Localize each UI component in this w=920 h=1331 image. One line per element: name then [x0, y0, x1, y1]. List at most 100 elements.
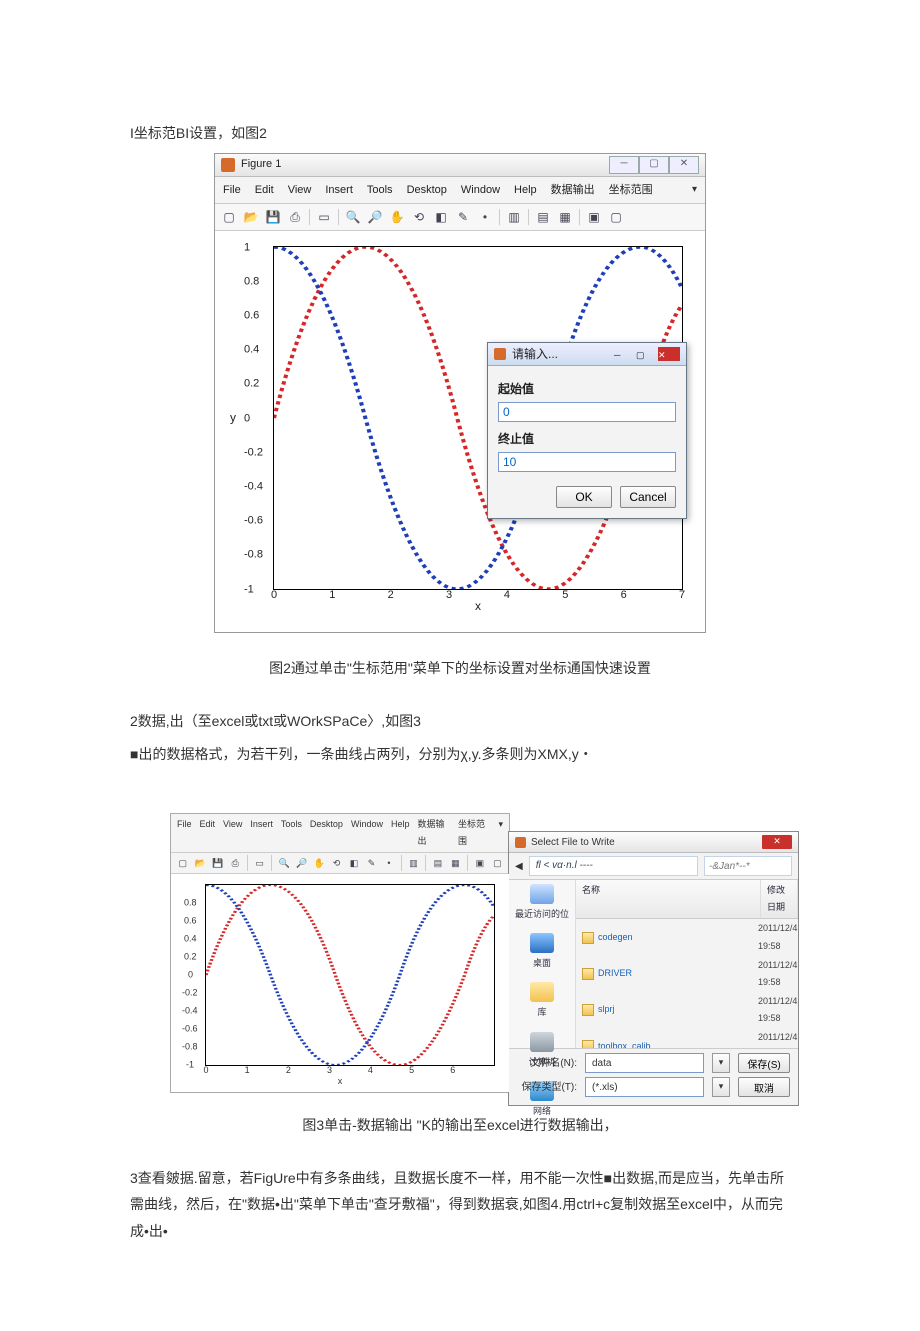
undock-icon[interactable]: ▢ [490, 855, 505, 871]
dialog-minimize-button[interactable]: ─ [614, 347, 636, 361]
dialog-close-button[interactable]: ✕ [658, 347, 680, 361]
menu-help[interactable]: Help [514, 180, 537, 201]
save-icon[interactable]: 💾 [210, 855, 225, 871]
cancel-button[interactable]: 取消 [738, 1077, 790, 1097]
dialog-maximize-button[interactable]: ▢ [636, 347, 658, 361]
cancel-button[interactable]: Cancel [620, 486, 676, 508]
save-button[interactable]: 保存(S) [738, 1053, 790, 1073]
filetype-dropdown-icon[interactable]: ▾ [712, 1077, 730, 1097]
menu-overflow-icon[interactable]: ▾ [692, 180, 697, 201]
pan-icon[interactable]: ✋ [311, 855, 326, 871]
xtick: 5 [562, 585, 568, 606]
colorbar-icon[interactable]: ▥ [406, 855, 421, 871]
place-recent[interactable]: 最近访问的位 [515, 884, 569, 923]
open-icon[interactable]: 📂 [192, 855, 207, 871]
filename-input[interactable]: data [585, 1053, 704, 1073]
brush-icon[interactable]: ✎ [364, 855, 379, 871]
menu-insert[interactable]: Insert [325, 180, 353, 201]
menu-file[interactable]: File [223, 180, 241, 201]
zoomin-icon[interactable]: 🔍 [343, 207, 363, 227]
colorbar-icon[interactable]: ▥ [504, 207, 524, 227]
menu-dataout[interactable]: 数据输出 [417, 816, 449, 850]
filename-dropdown-icon[interactable]: ▾ [712, 1053, 730, 1073]
menu-axisrange[interactable]: 坐标范围 [609, 180, 653, 201]
zoomout-icon[interactable]: 🔎 [365, 207, 385, 227]
legend-icon[interactable]: ▤ [533, 207, 553, 227]
menu-desktop[interactable]: Desktop [407, 180, 447, 201]
col-date[interactable]: 修改日期 [761, 880, 798, 918]
rotate-icon[interactable]: ⟲ [329, 855, 344, 871]
ok-button[interactable]: OK [556, 486, 612, 508]
filename-label: 文件名(N): [517, 1054, 577, 1073]
ytick: -0.4 [244, 476, 263, 497]
file-row[interactable]: slprj2011/12/4 19:58 [576, 992, 798, 1028]
minimize-button[interactable]: ─ [609, 156, 639, 174]
menu-view[interactable]: View [288, 180, 312, 201]
menu-desktop[interactable]: Desktop [310, 816, 343, 850]
col-name[interactable]: 名称 [576, 880, 761, 918]
datatip-icon[interactable]: ◧ [431, 207, 451, 227]
menu-dataout[interactable]: 数据输出 [551, 180, 595, 201]
close-button[interactable]: ✕ [669, 156, 699, 174]
ytick: 0 [188, 967, 193, 984]
zoomin-icon[interactable]: 🔍 [276, 855, 291, 871]
place-desktop[interactable]: 桌面 [530, 933, 554, 972]
legend-icon[interactable]: ▤ [430, 855, 445, 871]
link-icon[interactable]: • [381, 855, 396, 871]
menu-axisrange[interactable]: 坐标范围 [458, 816, 490, 850]
window-titlebar: Figure 1 ─ ▢ ✕ [215, 154, 705, 177]
menu-edit[interactable]: Edit [200, 816, 216, 850]
file-date: 2011/12/4 19:58 [754, 920, 798, 954]
ytick: 0.4 [244, 340, 259, 361]
dock-icon[interactable]: ▣ [472, 855, 487, 871]
pointer-icon[interactable]: ▭ [252, 855, 267, 871]
new-icon[interactable]: ▢ [219, 207, 239, 227]
menu-help[interactable]: Help [391, 816, 410, 850]
close-button[interactable]: ✕ [762, 835, 792, 849]
ytick: 0 [244, 408, 250, 429]
save-icon[interactable]: 💾 [263, 207, 283, 227]
menu-tools[interactable]: Tools [367, 180, 393, 201]
menu-window[interactable]: Window [351, 816, 383, 850]
folder-icon [582, 1004, 594, 1016]
path-crumb[interactable]: fl < vα·n.l ---- [529, 856, 698, 876]
window-title: Figure 1 [241, 154, 281, 175]
file-row[interactable]: codegen2011/12/4 19:58 [576, 919, 798, 955]
menu-insert[interactable]: Insert [250, 816, 273, 850]
rotate-icon[interactable]: ⟲ [409, 207, 429, 227]
print-icon[interactable]: ⎙ [285, 207, 305, 227]
zoomout-icon[interactable]: 🔎 [294, 855, 309, 871]
menu-edit[interactable]: Edit [255, 180, 274, 201]
start-value-label: 起始值 [498, 378, 676, 401]
matlab-icon [221, 158, 235, 172]
menu-window[interactable]: Window [461, 180, 500, 201]
pointer-icon[interactable]: ▭ [314, 207, 334, 227]
dock-icon[interactable]: ▣ [584, 207, 604, 227]
filetype-input[interactable]: (*.xls) [585, 1077, 704, 1097]
new-icon[interactable]: ▢ [175, 855, 190, 871]
menu-view[interactable]: View [223, 816, 242, 850]
end-value-input[interactable] [498, 452, 676, 472]
mini-toolbar: ▢ 📂 💾 ⎙ ▭ 🔍 🔎 ✋ ⟲ ◧ ✎ • ▥ ▤ ▦ ▣ [171, 853, 509, 874]
plottools-icon[interactable]: ▦ [555, 207, 575, 227]
brush-icon[interactable]: ✎ [453, 207, 473, 227]
open-icon[interactable]: 📂 [241, 207, 261, 227]
menu-file[interactable]: File [177, 816, 192, 850]
file-row[interactable]: DRIVER2011/12/4 19:58 [576, 956, 798, 992]
plottools-icon[interactable]: ▦ [448, 855, 463, 871]
undock-icon[interactable]: ▢ [606, 207, 626, 227]
pan-icon[interactable]: ✋ [387, 207, 407, 227]
start-value-input[interactable] [498, 402, 676, 422]
ytick: -0.4 [182, 1003, 198, 1020]
maximize-button[interactable]: ▢ [639, 156, 669, 174]
print-icon[interactable]: ⎙ [227, 855, 242, 871]
file-row[interactable]: toolbox_calib2011/12/4 19:58 [576, 1028, 798, 1048]
end-value-label: 终止值 [498, 428, 676, 451]
search-field[interactable]: -&Jan*--* [704, 856, 792, 876]
back-icon[interactable]: ◀ [515, 857, 523, 876]
menu-overflow-icon[interactable]: ▾ [498, 816, 503, 850]
place-libraries[interactable]: 库 [530, 982, 554, 1021]
link-icon[interactable]: • [475, 207, 495, 227]
menu-tools[interactable]: Tools [281, 816, 302, 850]
datatip-icon[interactable]: ◧ [346, 855, 361, 871]
